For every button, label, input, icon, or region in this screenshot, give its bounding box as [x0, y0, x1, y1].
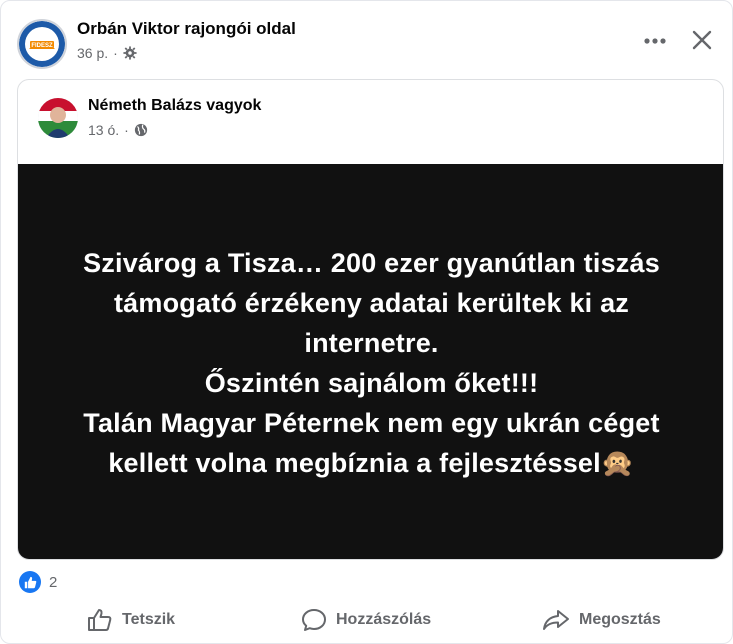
shared-post-meta: 13 ó. ·	[88, 122, 148, 138]
author-avatar[interactable]	[38, 98, 78, 138]
image-text-line: Szivárog a Tisza… 200 ezer gyanútlan tis…	[83, 247, 660, 278]
meta-separator: ·	[113, 45, 118, 61]
shared-post-time[interactable]: 13 ó.	[88, 122, 119, 138]
reaction-count: 2	[49, 573, 58, 591]
close-icon	[692, 30, 712, 50]
close-button[interactable]	[685, 23, 719, 57]
page-avatar[interactable]: FIDESZ	[17, 19, 67, 69]
gear-icon	[123, 46, 137, 60]
post-image[interactable]: Szivárog a Tisza… 200 ezer gyanútlan tis…	[18, 164, 723, 559]
post-meta: 36 p. ·	[77, 45, 137, 61]
share-label: Megosztás	[579, 611, 661, 628]
author-name[interactable]: Németh Balázs vagyok	[88, 97, 261, 115]
share-button[interactable]: Megosztás	[542, 601, 661, 639]
fidesz-logo-icon: FIDESZ	[19, 21, 65, 67]
share-arrow-icon	[543, 610, 569, 630]
image-text-line: kellett volna megbíznia a fejlesztéssel🙊	[108, 447, 635, 478]
author-avatar-image	[38, 98, 78, 138]
page-name[interactable]: Orbán Viktor rajongói oldal	[77, 19, 296, 39]
shared-post[interactable]: Németh Balázs vagyok 13 ó. · Szivárog a …	[17, 79, 724, 560]
thumbs-up-icon	[24, 576, 36, 588]
meta-separator: ·	[124, 122, 129, 138]
comment-button[interactable]: Hozzászólás	[301, 601, 431, 639]
svg-text:FIDESZ: FIDESZ	[31, 43, 53, 49]
comment-label: Hozzászólás	[336, 611, 432, 628]
image-text-line: Őszintén sajnálom őket!!!	[204, 367, 539, 398]
like-label: Tetszik	[122, 611, 176, 628]
thumbs-up-outline-icon	[88, 609, 112, 631]
comment-bubble-icon	[302, 609, 326, 631]
post-card: FIDESZ Orbán Viktor rajongói oldal 36 p.…	[0, 0, 733, 644]
action-bar: Tetszik Hozzászólás Megosztás	[1, 601, 733, 639]
like-button[interactable]: Tetszik	[87, 601, 175, 639]
post-image-text: Szivárog a Tisza… 200 ezer gyanútlan tis…	[42, 243, 702, 483]
image-text-line: internetre.	[304, 327, 439, 358]
image-text-line: Talán Magyar Péternek nem egy ukrán cége…	[83, 407, 660, 438]
more-dots-icon	[644, 38, 666, 44]
post-time[interactable]: 36 p.	[77, 45, 108, 61]
like-icon	[19, 571, 41, 593]
more-options-button[interactable]	[637, 27, 673, 55]
image-text-line: támogató érzékeny adatai kerültek ki az	[113, 287, 629, 318]
globe-icon	[134, 123, 147, 137]
reactions-summary[interactable]: 2	[19, 571, 57, 593]
